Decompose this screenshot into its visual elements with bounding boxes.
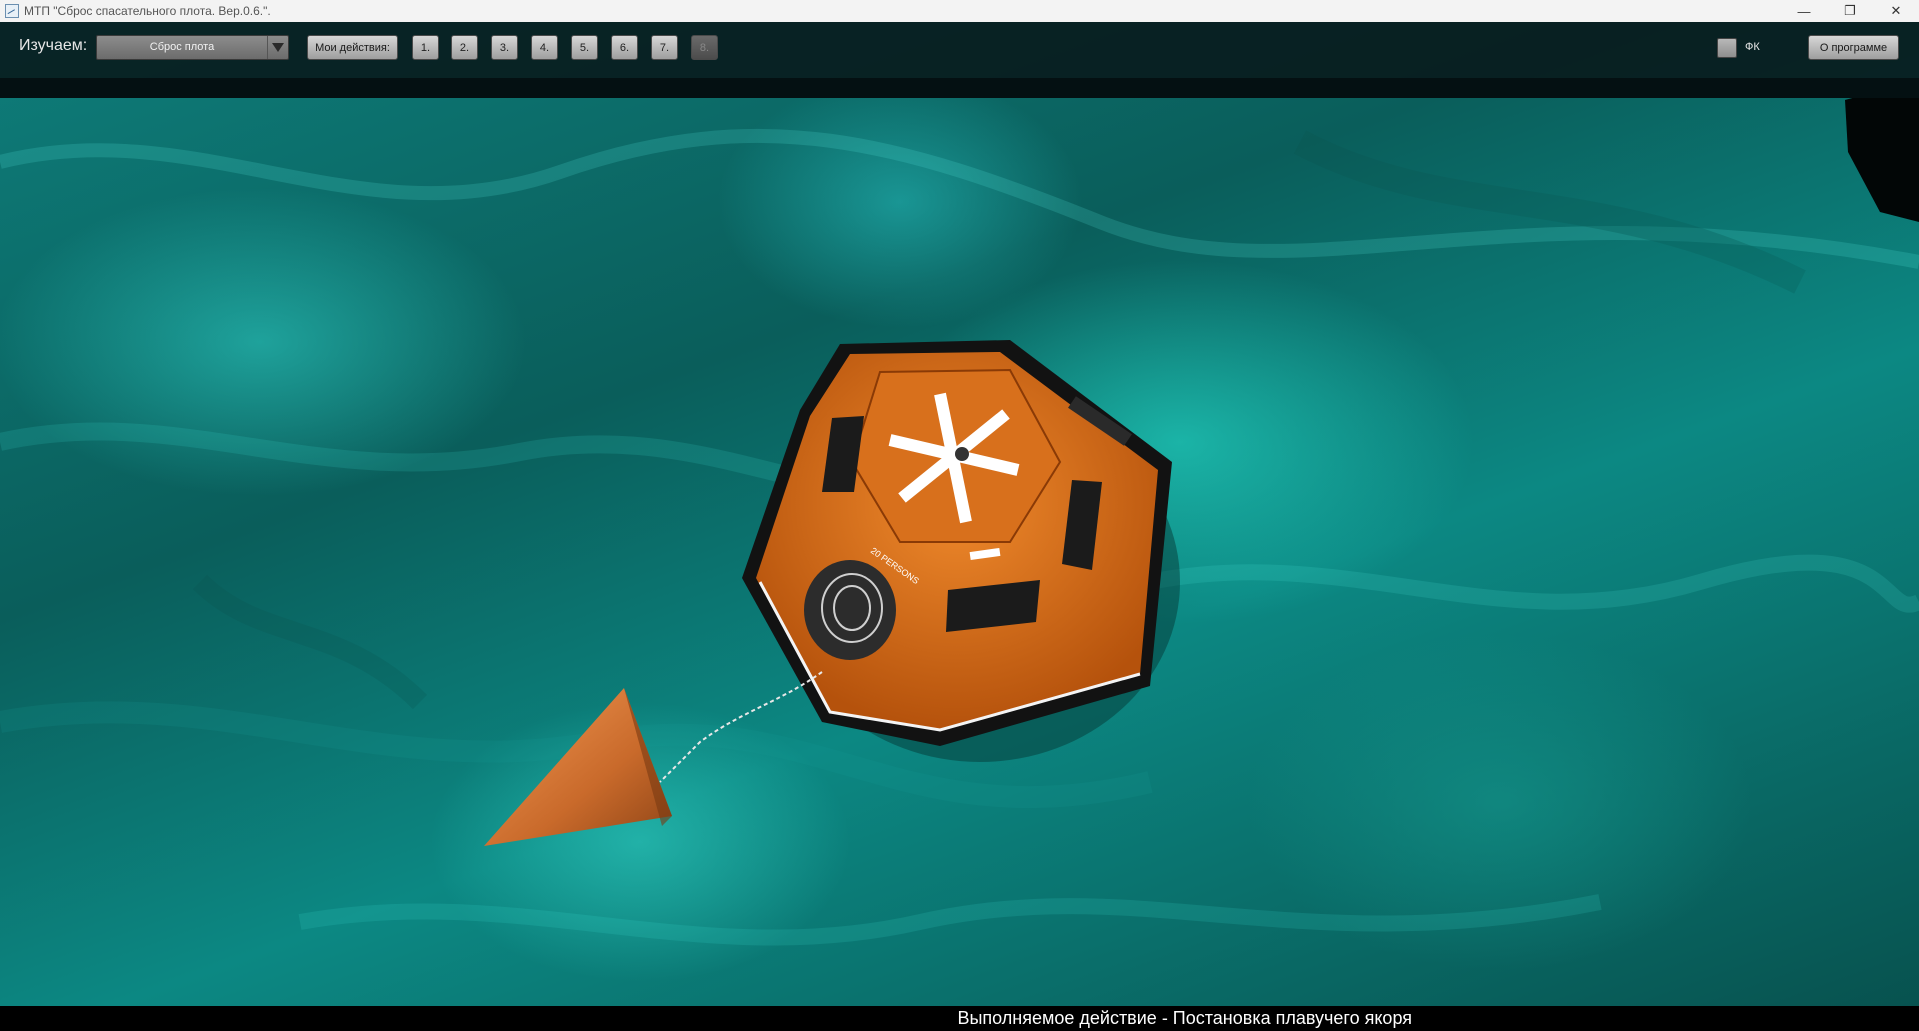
step-button-4[interactable]: 4. xyxy=(531,35,558,60)
life-raft: 20 PERSONS xyxy=(742,340,1172,746)
current-action-text: Выполняемое действие - Постановка плавуч… xyxy=(957,1008,1412,1028)
scene-viewport[interactable]: 20 PERSONS xyxy=(0,22,1919,1031)
minimize-button[interactable]: — xyxy=(1781,0,1827,22)
study-label: Изучаем: xyxy=(19,37,88,54)
step-button-1[interactable]: 1. xyxy=(412,35,439,60)
scene-render: 20 PERSONS xyxy=(0,80,1919,946)
study-dropdown-value: Сброс плота xyxy=(149,41,215,53)
my-actions-button[interactable]: Мои действия: xyxy=(307,35,398,60)
study-dropdown[interactable]: Сброс плота xyxy=(96,35,289,60)
scene-shadow xyxy=(1845,80,1919,222)
step-button-8[interactable]: 8. xyxy=(691,35,718,60)
chevron-down-icon[interactable] xyxy=(267,36,288,59)
toolbar-strip xyxy=(0,78,1919,98)
close-button[interactable]: ✕ xyxy=(1873,0,1919,22)
app-icon xyxy=(5,4,19,18)
step-button-3[interactable]: 3. xyxy=(491,35,518,60)
step-button-7[interactable]: 7. xyxy=(651,35,678,60)
sea-anchor xyxy=(484,688,672,846)
window-controls: — ❐ ✕ xyxy=(1781,0,1919,22)
step-button-2[interactable]: 2. xyxy=(451,35,478,60)
fk-checkbox-label: ФК xyxy=(1745,41,1760,53)
window-title: МТП "Сброс спасательного плота. Вер.0.6.… xyxy=(24,4,271,18)
title-bar: МТП "Сброс спасательного плота. Вер.0.6.… xyxy=(0,0,1919,23)
step-button-6[interactable]: 6. xyxy=(611,35,638,60)
restore-button[interactable]: ❐ xyxy=(1827,0,1873,22)
about-button[interactable]: О программе xyxy=(1808,35,1899,60)
fk-checkbox[interactable] xyxy=(1717,38,1737,58)
app-window: МТП "Сброс спасательного плота. Вер.0.6.… xyxy=(0,0,1919,1031)
step-button-5[interactable]: 5. xyxy=(571,35,598,60)
